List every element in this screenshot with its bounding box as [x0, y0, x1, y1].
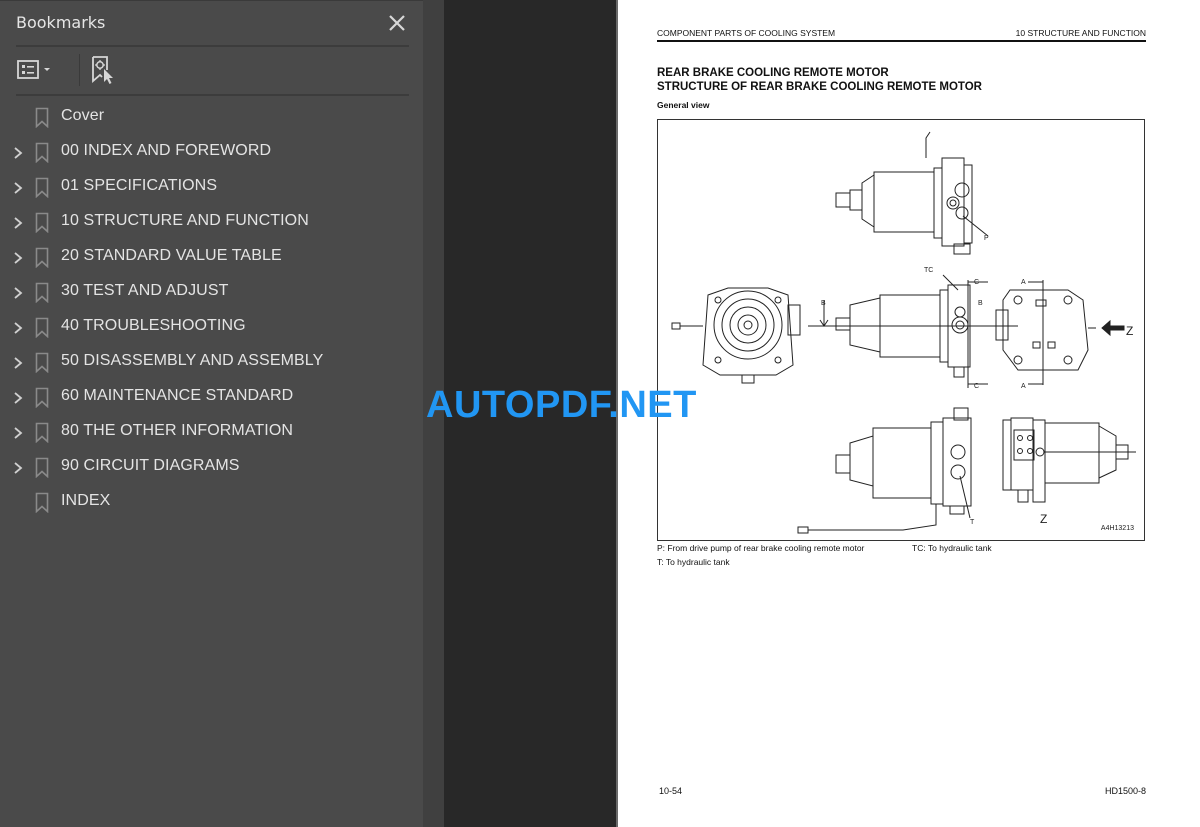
- legend-t: T: To hydraulic tank: [657, 557, 730, 567]
- motor-z-view: [1002, 417, 1136, 503]
- bookmark-icon: [35, 457, 49, 479]
- label-z-view: Z: [1040, 512, 1047, 526]
- panel-top-border: [0, 0, 423, 1]
- page-header-section: COMPONENT PARTS OF COOLING SYSTEM: [657, 28, 836, 38]
- bookmark-item[interactable]: 20 STANDARD VALUE TABLE: [0, 240, 423, 275]
- bookmarks-panel: Bookmarks Cover 00 INDEX AND FOREWORD 01…: [0, 0, 423, 827]
- legend-tc: TC: To hydraulic tank: [912, 543, 992, 553]
- close-icon[interactable]: [385, 11, 409, 35]
- bookmark-label: 30 TEST AND ADJUST: [61, 282, 229, 299]
- toolbar-separator: [79, 54, 80, 86]
- page-header-chapter: 10 STRUCTURE AND FUNCTION: [1015, 28, 1146, 38]
- model-number: HD1500-8: [1104, 786, 1146, 796]
- bookmark-icon: [35, 317, 49, 339]
- label-a-bottom: A: [1021, 383, 1026, 390]
- bookmark-label: 50 DISASSEMBLY AND ASSEMBLY: [61, 352, 324, 369]
- legend-p: P: From drive pump of rear brake cooling…: [657, 543, 865, 553]
- bookmark-item[interactable]: INDEX: [0, 485, 423, 520]
- toolbar-divider: [16, 94, 409, 96]
- bookmark-label: 20 STANDARD VALUE TABLE: [61, 247, 282, 264]
- find-current-bookmark-button[interactable]: [90, 54, 120, 86]
- motor-side-view: [808, 274, 1018, 388]
- chevron-right-icon[interactable]: [12, 180, 24, 194]
- bookmark-label: 80 THE OTHER INFORMATION: [61, 422, 294, 439]
- bookmark-label: 40 TROUBLESHOOTING: [61, 317, 246, 334]
- motor-bottom-side-view: [797, 407, 972, 534]
- label-c-bottom: C: [974, 383, 979, 390]
- figure-id: A4H13213: [1100, 525, 1134, 532]
- bookmark-item[interactable]: 80 THE OTHER INFORMATION: [0, 415, 423, 450]
- motor-top-view: [835, 131, 989, 255]
- label-b-left: B: [821, 300, 826, 307]
- motor-front-view: [671, 287, 801, 384]
- bookmark-icon: [35, 422, 49, 444]
- watermark-text: AUTOPDF.NET: [426, 384, 697, 426]
- bookmark-icon: [35, 177, 49, 199]
- bookmark-label: 60 MAINTENANCE STANDARD: [61, 387, 294, 404]
- chevron-right-icon[interactable]: [12, 145, 24, 159]
- bookmark-icon: [35, 282, 49, 304]
- bookmark-icon: [35, 247, 49, 269]
- chevron-right-icon[interactable]: [12, 390, 24, 404]
- chevron-right-icon[interactable]: [12, 215, 24, 229]
- label-b-right: B: [978, 300, 983, 307]
- bookmark-item[interactable]: Cover: [0, 100, 423, 135]
- bookmark-icon: [35, 352, 49, 374]
- bookmarks-toolbar: [16, 54, 216, 86]
- label-c-top: C: [974, 279, 979, 286]
- chevron-right-icon[interactable]: [12, 285, 24, 299]
- bookmark-item[interactable]: 60 MAINTENANCE STANDARD: [0, 380, 423, 415]
- label-a-top: A: [1021, 279, 1026, 286]
- options-menu-button[interactable]: [16, 54, 56, 86]
- page-number: 10-54: [659, 786, 683, 796]
- bookmark-label: 01 SPECIFICATIONS: [61, 177, 218, 194]
- chevron-right-icon[interactable]: [12, 355, 24, 369]
- bookmark-label: 90 CIRCUIT DIAGRAMS: [61, 457, 240, 474]
- chevron-right-icon[interactable]: [12, 425, 24, 439]
- bookmark-item[interactable]: 30 TEST AND ADJUST: [0, 275, 423, 310]
- section-label: General view: [657, 100, 710, 110]
- label-t: T: [970, 519, 975, 526]
- bookmark-label: 10 STRUCTURE AND FUNCTION: [61, 212, 309, 229]
- bookmark-item[interactable]: 40 TROUBLESHOOTING: [0, 310, 423, 345]
- bookmark-icon: [35, 107, 49, 129]
- bookmark-label: INDEX: [61, 492, 111, 509]
- chevron-right-icon[interactable]: [12, 460, 24, 474]
- label-z-arrow: Z: [1126, 324, 1133, 338]
- bookmark-icon: [35, 142, 49, 164]
- bookmark-item[interactable]: 01 SPECIFICATIONS: [0, 170, 423, 205]
- bookmark-list: Cover 00 INDEX AND FOREWORD 01 SPECIFICATI…: [0, 100, 423, 520]
- bookmark-item[interactable]: 50 DISASSEMBLY AND ASSEMBLY: [0, 345, 423, 380]
- pdf-page: COMPONENT PARTS OF COOLING SYSTEM 10 STR…: [616, 0, 1200, 827]
- motor-rear-view: [995, 280, 1125, 385]
- list-options-icon: [17, 60, 39, 79]
- chevron-right-icon[interactable]: [12, 250, 24, 264]
- label-tc: TC: [924, 267, 933, 274]
- bookmark-item[interactable]: 10 STRUCTURE AND FUNCTION: [0, 205, 423, 240]
- page-subtitle-heading: STRUCTURE OF REAR BRAKE COOLING REMOTE M…: [657, 81, 982, 93]
- bookmark-icon: [35, 492, 49, 514]
- bookmark-icon: [35, 212, 49, 234]
- chevron-right-icon[interactable]: [12, 320, 24, 334]
- bookmark-label: Cover: [61, 107, 105, 124]
- bookmark-label: 00 INDEX AND FOREWORD: [61, 142, 272, 159]
- find-current-bookmark-icon: [92, 56, 113, 84]
- chevron-down-icon: [44, 68, 50, 71]
- header-rule: [657, 40, 1146, 42]
- page-title: REAR BRAKE COOLING REMOTE MOTOR: [657, 67, 889, 79]
- bookmark-item[interactable]: 00 INDEX AND FOREWORD: [0, 135, 423, 170]
- general-view-figure: P TC T C C A A B B Z Z A4H13213: [657, 119, 1145, 541]
- label-p: P: [984, 235, 989, 242]
- bookmarks-title: Bookmarks: [16, 13, 106, 32]
- bookmarks-header: Bookmarks: [16, 10, 409, 36]
- header-divider: [16, 45, 409, 47]
- bookmark-item[interactable]: 90 CIRCUIT DIAGRAMS: [0, 450, 423, 485]
- bookmark-icon: [35, 387, 49, 409]
